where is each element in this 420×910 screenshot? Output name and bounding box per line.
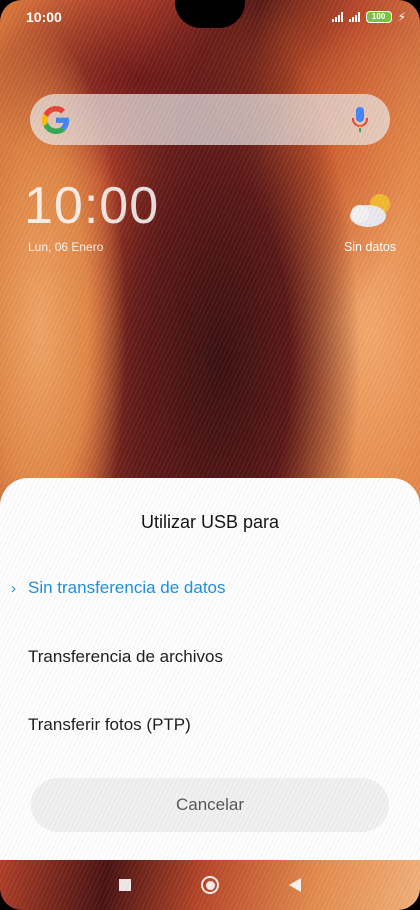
home-screen-wallpaper: 10:00 100 ⚡ 10:00 Lun, 06 Enero Sin dato… [0,0,420,910]
option-photo-transfer-ptp[interactable]: Transferir fotos (PTP) [0,697,420,753]
home-circle-icon[interactable] [201,876,219,894]
status-time: 10:00 [26,9,62,25]
battery-icon: 100 [365,11,392,23]
option-label: Transferencia de archivos [28,647,223,666]
selected-chevron-icon: › [11,579,16,597]
google-logo-icon [42,105,70,134]
status-icons: 100 ⚡ [331,10,406,24]
charging-icon: ⚡ [397,10,406,24]
option-label: Transferir fotos (PTP) [28,715,191,734]
dialog-title: Utilizar USB para [140,512,280,532]
usb-mode-dialog: Utilizar USB para › Sin transferencia de… [0,478,420,860]
microphone-icon[interactable] [350,106,370,134]
navigation-bar [0,860,420,910]
battery-level: 100 [371,12,386,21]
google-search-bar[interactable] [30,94,390,145]
back-triangle-icon[interactable] [289,878,301,892]
signal-icon [348,12,360,22]
option-file-transfer[interactable]: Transferencia de archivos [0,629,420,685]
option-no-data-transfer[interactable]: › Sin transferencia de datos [0,560,420,616]
signal-icon [331,12,343,22]
option-label: Sin transferencia de datos [28,578,226,597]
cancel-button[interactable]: Cancelar [31,778,389,832]
partly-cloudy-icon[interactable] [346,192,394,228]
lock-clock-date: Lun, 06 Enero [28,240,104,254]
weather-status: Sin datos [343,240,397,254]
recents-square-icon[interactable] [119,879,131,891]
lock-clock-time[interactable]: 10:00 [24,180,159,232]
